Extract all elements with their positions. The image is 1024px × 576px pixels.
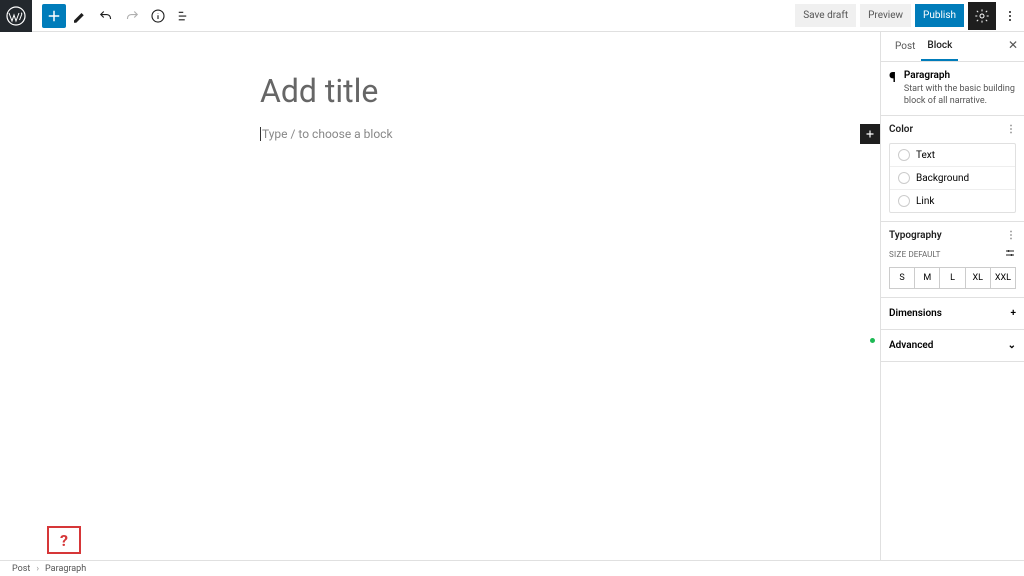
breadcrumb: Post › Paragraph <box>0 560 1024 576</box>
redo-icon[interactable] <box>120 4 144 28</box>
add-block-button[interactable] <box>42 4 66 28</box>
edit-mode-icon[interactable] <box>68 4 92 28</box>
more-options-icon[interactable] <box>1000 2 1020 30</box>
publish-button[interactable]: Publish <box>915 4 964 27</box>
save-draft-button[interactable]: Save draft <box>795 4 856 27</box>
size-xxl[interactable]: XXL <box>991 268 1015 288</box>
swatch-icon <box>898 195 910 207</box>
typography-heading: Typography <box>889 230 942 241</box>
help-button[interactable]: ? <box>47 526 81 554</box>
breadcrumb-separator: › <box>36 564 39 574</box>
paragraph-block-input[interactable]: Type / to choose a block <box>260 127 600 141</box>
swatch-icon <box>898 172 910 184</box>
editor-canvas[interactable]: Add title Type / to choose a block <box>0 32 880 560</box>
tab-post[interactable]: Post <box>889 33 921 60</box>
typography-panel: Typography ⋮ SIZE DEFAULT S M L XL XXL <box>881 222 1024 298</box>
tab-block[interactable]: Block <box>921 32 958 61</box>
sidebar-tabs: Post Block ✕ <box>881 32 1024 62</box>
breadcrumb-post[interactable]: Post <box>12 564 30 574</box>
color-heading: Color <box>889 124 913 135</box>
post-title-input[interactable]: Add title <box>260 72 880 110</box>
inline-add-block-button[interactable] <box>860 124 880 144</box>
top-toolbar: Save draft Preview Publish <box>0 0 1024 32</box>
paragraph-icon: ¶ <box>889 70 896 107</box>
size-s[interactable]: S <box>890 268 915 288</box>
color-text[interactable]: Text <box>890 144 1015 167</box>
block-description: Start with the basic building block of a… <box>904 84 1016 107</box>
chevron-down-icon: ⌄ <box>1008 340 1016 351</box>
color-link[interactable]: Link <box>890 190 1015 212</box>
swatch-icon <box>898 149 910 161</box>
color-options-icon[interactable]: ⋮ <box>1006 124 1016 135</box>
preview-button[interactable]: Preview <box>860 4 911 27</box>
settings-sidebar: Post Block ✕ ¶ Paragraph Start with the … <box>880 32 1024 560</box>
color-background[interactable]: Background <box>890 167 1015 190</box>
size-options: S M L XL XXL <box>889 267 1016 289</box>
plus-icon: + <box>1011 308 1017 319</box>
outline-icon[interactable] <box>172 4 196 28</box>
size-l[interactable]: L <box>940 268 965 288</box>
size-settings-icon[interactable] <box>1004 247 1016 261</box>
size-xl[interactable]: XL <box>966 268 991 288</box>
advanced-panel[interactable]: Advanced ⌄ <box>881 330 1024 362</box>
close-sidebar-icon[interactable]: ✕ <box>1008 38 1018 52</box>
color-panel: Color ⋮ Text Background Link <box>881 116 1024 222</box>
typography-options-icon[interactable]: ⋮ <box>1006 230 1016 241</box>
size-m[interactable]: M <box>915 268 940 288</box>
breadcrumb-current[interactable]: Paragraph <box>45 564 86 574</box>
toolbar-left <box>32 4 196 28</box>
block-info-section: ¶ Paragraph Start with the basic buildin… <box>881 62 1024 116</box>
info-icon[interactable] <box>146 4 170 28</box>
toolbar-right: Save draft Preview Publish <box>795 2 1024 30</box>
editor-body: Add title Type / to choose a block Post … <box>0 32 1024 560</box>
wordpress-logo[interactable] <box>0 0 32 32</box>
block-name: Paragraph <box>904 70 1016 81</box>
dimensions-panel[interactable]: Dimensions + <box>881 298 1024 330</box>
undo-icon[interactable] <box>94 4 118 28</box>
size-label: SIZE <box>889 250 906 259</box>
settings-button[interactable] <box>968 2 996 30</box>
indicator-dot <box>870 338 875 343</box>
